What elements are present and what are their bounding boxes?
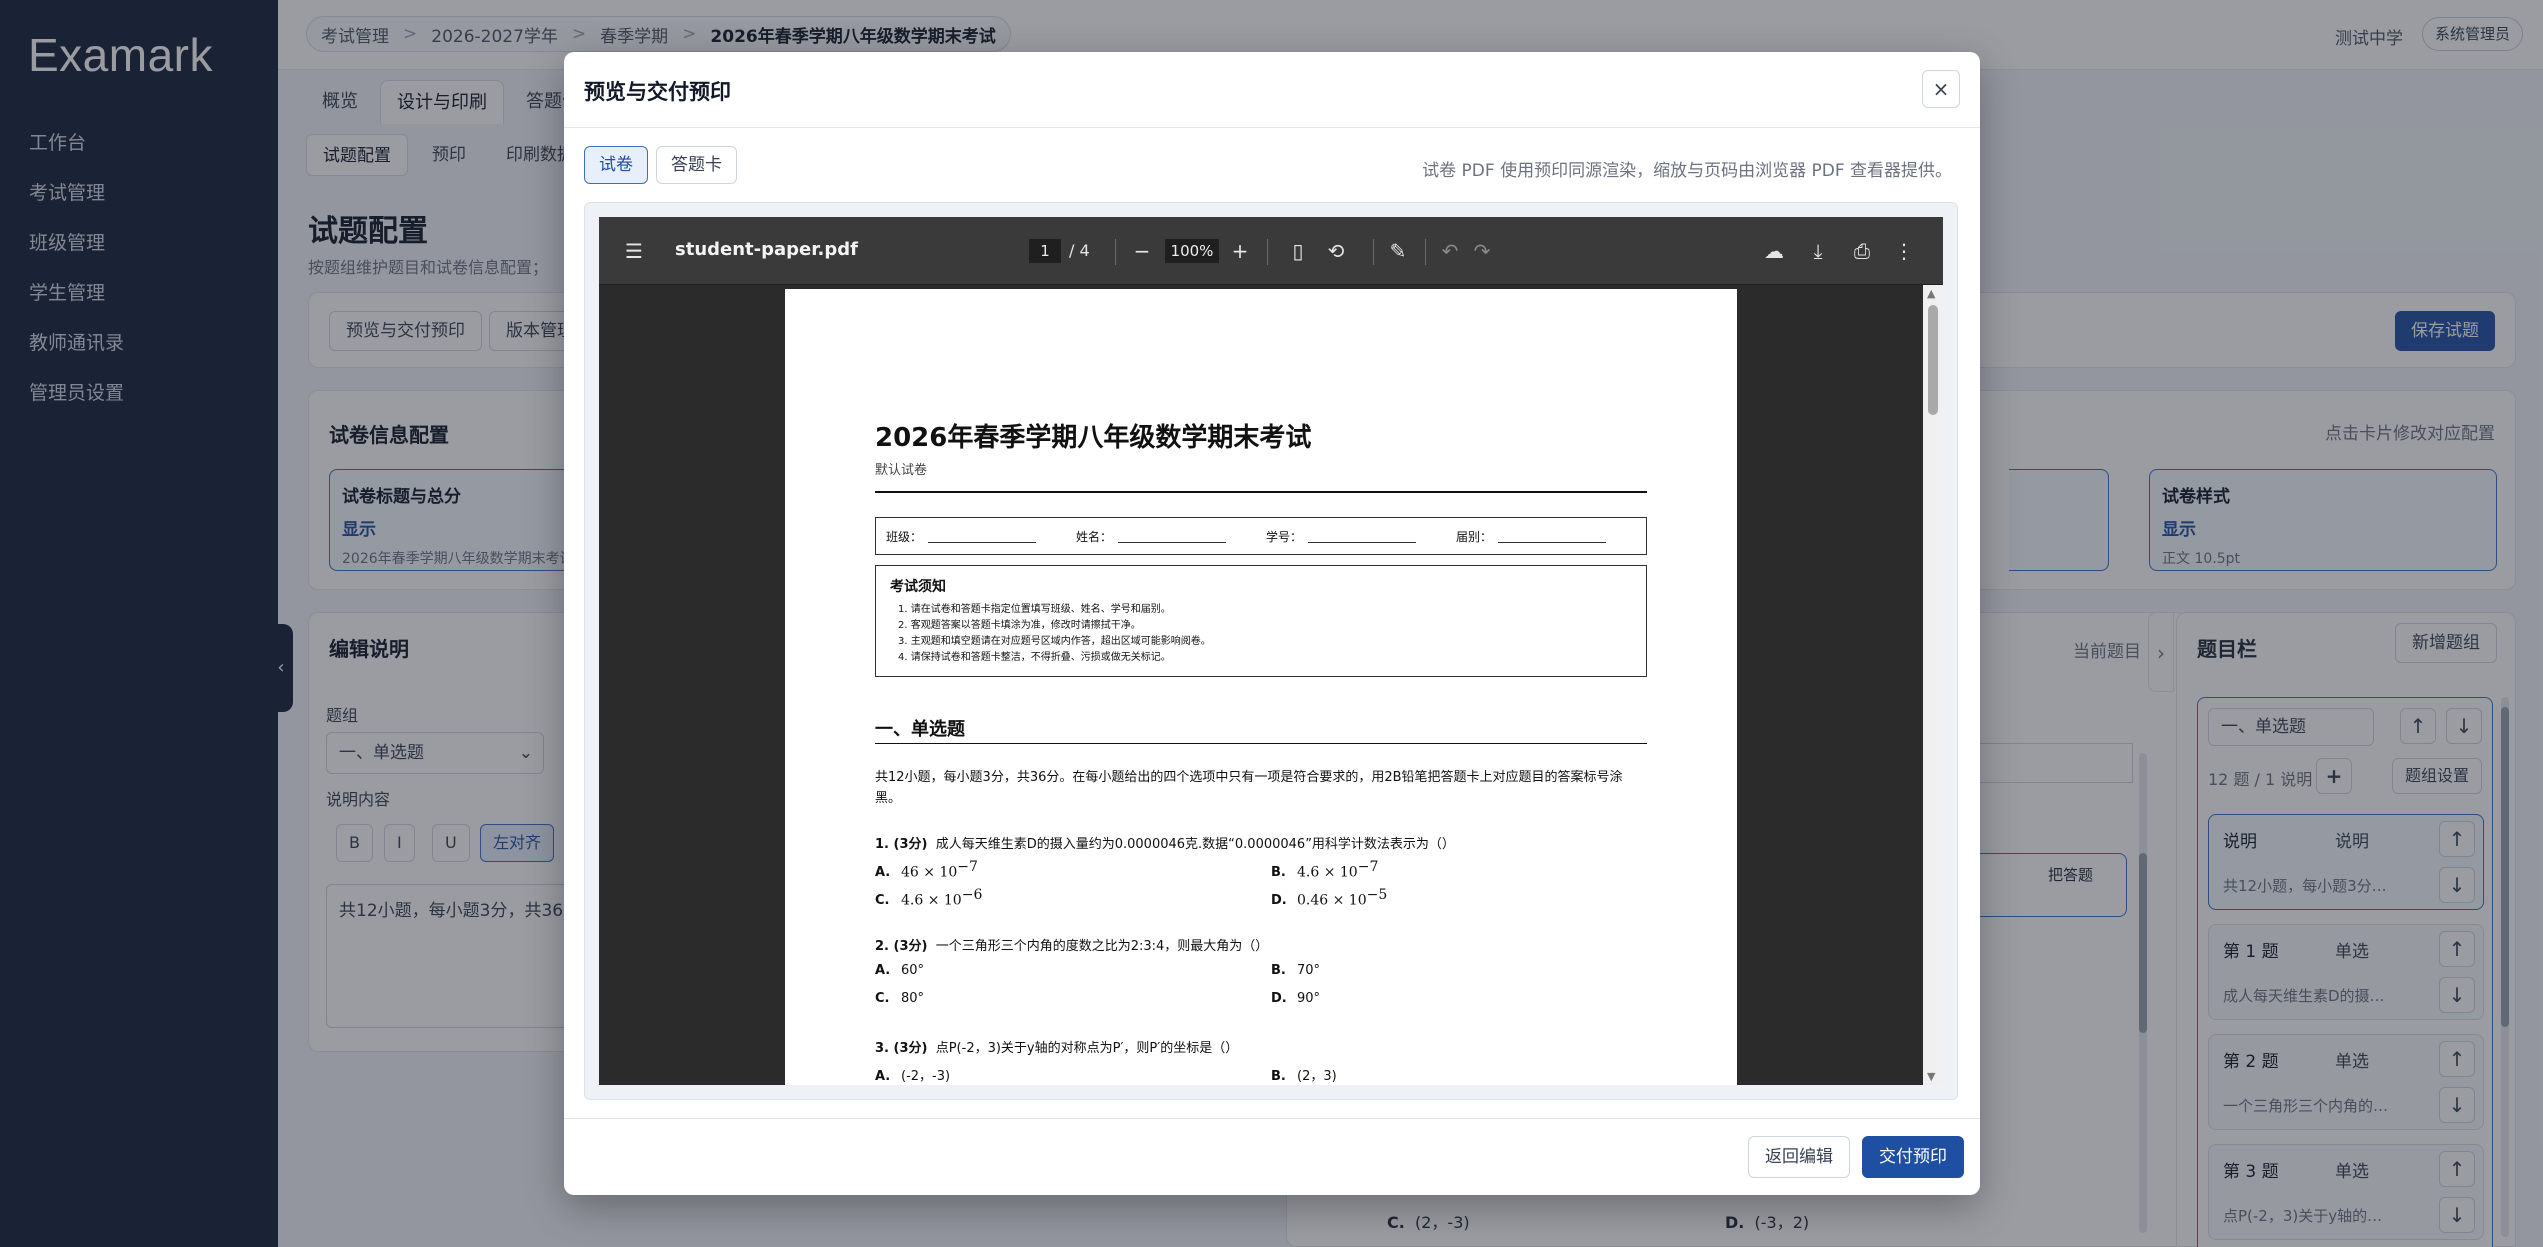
menu-icon[interactable]: ☰ bbox=[619, 237, 649, 265]
option: D. 90° bbox=[1271, 991, 1321, 1006]
info-field: 班级： bbox=[886, 528, 1037, 545]
paper-subtitle: 默认试卷 bbox=[875, 463, 928, 478]
annotate-icon[interactable]: ✎ bbox=[1383, 237, 1413, 265]
option: D. 0.46 × 10−5 bbox=[1271, 887, 1388, 909]
notice-item: 1. 请在试卷和答题卡指定位置填写班级、姓名、学号和届别。 bbox=[898, 604, 1171, 615]
preview-modal: 预览与交付预印 × 试卷 答题卡 试卷 PDF 使用预印同源渲染，缩放与页码由浏… bbox=[564, 52, 1980, 1195]
option: C. 80° bbox=[875, 991, 925, 1006]
paper-rule bbox=[875, 491, 1647, 493]
section-intro: 共12小题，每小题3分，共36分。在每小题给出的四个选项中只有一项是符合要求的，… bbox=[875, 770, 1623, 806]
question-stem: 1. (3分) 成人每天维生素D的摄入量约为0.0000046克.数据“0.00… bbox=[875, 837, 1455, 852]
pdf-toolbar: ☰ student-paper.pdf 1 / 4 − 100% + ▯ ⟲ ✎… bbox=[599, 217, 1943, 285]
question-stem: 2. (3分) 一个三角形三个内角的度数之比为2:3:4，则最大角为（） bbox=[875, 939, 1269, 954]
option: C. 4.6 × 10−6 bbox=[875, 887, 983, 909]
question-stem: 3. (3分) 点P(-2，3)关于y轴的对称点为P′，则P′的坐标是（） bbox=[875, 1041, 1239, 1056]
scroll-up-icon[interactable]: ▲ bbox=[1927, 287, 1935, 300]
exam-notice: 考试须知 1. 请在试卷和答题卡指定位置填写班级、姓名、学号和届别。 2. 客观… bbox=[875, 565, 1647, 677]
back-to-edit-button[interactable]: 返回编辑 bbox=[1748, 1136, 1850, 1178]
pdf-scrollbar[interactable]: ▲ ▼ bbox=[1923, 285, 1943, 1085]
notice-item: 2. 客观题答案以答题卡填涂为准，修改时请擦拭干净。 bbox=[898, 620, 1141, 631]
tab-answer-card[interactable]: 答题卡 bbox=[656, 146, 737, 184]
paper-title: 2026年春季学期八年级数学期末考试 bbox=[875, 423, 1312, 453]
close-icon[interactable]: × bbox=[1922, 70, 1960, 108]
toolbar-divider bbox=[1115, 239, 1116, 265]
more-vertical-icon[interactable]: ⋮ bbox=[1889, 237, 1919, 265]
info-field: 姓名： bbox=[1076, 528, 1227, 545]
option: B. 4.6 × 10−7 bbox=[1271, 859, 1379, 881]
fit-page-icon[interactable]: ▯ bbox=[1283, 237, 1313, 265]
notice-item: 4. 请保持试卷和答题卡整洁，不得折叠、污损或做无关标记。 bbox=[898, 652, 1171, 663]
rotate-icon[interactable]: ⟲ bbox=[1321, 237, 1351, 265]
toolbar-divider bbox=[1267, 239, 1268, 265]
page-number-input[interactable]: 1 bbox=[1029, 239, 1061, 263]
zoom-in-icon[interactable]: + bbox=[1225, 237, 1255, 265]
zoom-out-icon[interactable]: − bbox=[1127, 237, 1157, 265]
pdf-page: 2026年春季学期八年级数学期末考试 默认试卷 班级： 姓名： 学号： 届别： … bbox=[785, 289, 1737, 1085]
print-icon[interactable]: ⎙ bbox=[1847, 237, 1877, 265]
save-drive-icon[interactable]: ☁ bbox=[1759, 237, 1789, 265]
modal-header: 预览与交付预印 × bbox=[564, 52, 1980, 128]
section-title: 一、单选题 bbox=[875, 719, 965, 740]
redo-icon[interactable]: ↷ bbox=[1467, 237, 1497, 265]
student-info-box: 班级： 姓名： 学号： 届别： bbox=[875, 517, 1647, 555]
modal-hint: 试卷 PDF 使用预印同源渲染，缩放与页码由浏览器 PDF 查看器提供。 bbox=[1422, 161, 1952, 181]
notice-item: 3. 主观题和填空题请在对应题号区域内作答，超出区域可能影响阅卷。 bbox=[898, 636, 1211, 647]
zoom-level-input[interactable]: 100% bbox=[1165, 239, 1219, 263]
toolbar-divider bbox=[1373, 239, 1374, 265]
tab-paper[interactable]: 试卷 bbox=[584, 146, 648, 184]
toolbar-divider bbox=[1425, 239, 1426, 265]
pdf-scroll-thumb[interactable] bbox=[1928, 305, 1938, 415]
download-icon[interactable]: ⤓ bbox=[1803, 237, 1833, 265]
option: A. 46 × 10−7 bbox=[875, 859, 978, 881]
undo-icon[interactable]: ↶ bbox=[1435, 237, 1465, 265]
info-field: 届别： bbox=[1456, 528, 1607, 545]
info-field: 学号： bbox=[1266, 528, 1417, 545]
modal-title: 预览与交付预印 bbox=[584, 80, 731, 104]
option: A. (-2，-3) bbox=[875, 1069, 951, 1084]
page-total: / 4 bbox=[1069, 241, 1090, 260]
deliver-preprint-button[interactable]: 交付预印 bbox=[1862, 1136, 1964, 1178]
pdf-filename: student-paper.pdf bbox=[675, 239, 858, 260]
pdf-viewer: ☰ student-paper.pdf 1 / 4 − 100% + ▯ ⟲ ✎… bbox=[599, 217, 1943, 1085]
option: A. 60° bbox=[875, 963, 925, 978]
scroll-down-icon[interactable]: ▼ bbox=[1927, 1070, 1935, 1083]
notice-title: 考试须知 bbox=[890, 579, 946, 595]
option: B. (2，3) bbox=[1271, 1069, 1337, 1084]
option: B. 70° bbox=[1271, 963, 1321, 978]
section-rule bbox=[875, 743, 1647, 744]
pdf-viewer-frame: ☰ student-paper.pdf 1 / 4 − 100% + ▯ ⟲ ✎… bbox=[584, 202, 1958, 1100]
